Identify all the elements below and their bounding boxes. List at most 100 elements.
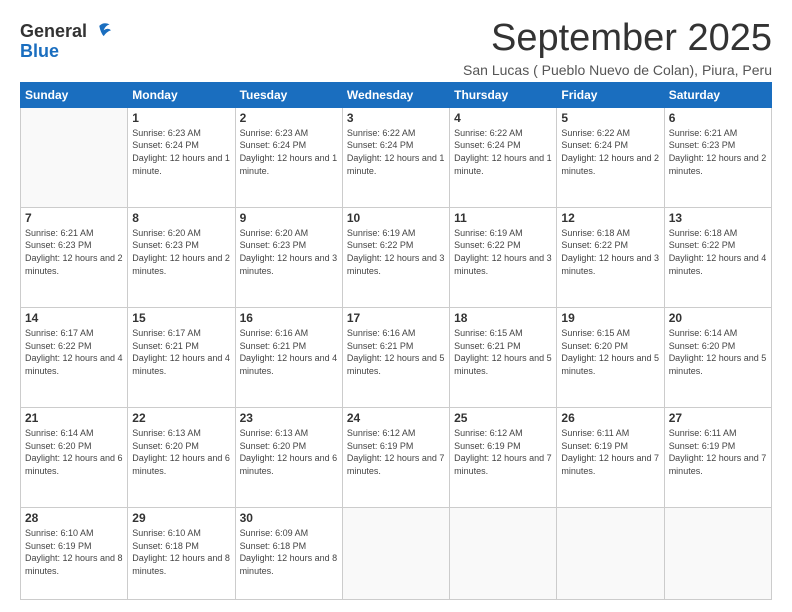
header: General Blue September 2025 San Lucas ( …: [20, 18, 772, 78]
day-number: 2: [240, 111, 338, 125]
day-number: 19: [561, 311, 659, 325]
day-number: 30: [240, 511, 338, 525]
calendar-cell: 3 Sunrise: 6:22 AM Sunset: 6:24 PM Daylig…: [342, 107, 449, 207]
day-number: 6: [669, 111, 767, 125]
calendar-header-row: SundayMondayTuesdayWednesdayThursdayFrid…: [21, 82, 772, 107]
calendar-cell: 23Sunrise: 6:13 AM Sunset: 6:20 PM Dayli…: [235, 408, 342, 508]
logo-blue: Blue: [20, 42, 111, 62]
day-number: 10: [347, 211, 445, 225]
calendar-day-header: Thursday: [450, 82, 557, 107]
day-number: 27: [669, 411, 767, 425]
calendar-cell: 5 Sunrise: 6:22 AM Sunset: 6:24 PM Daylig…: [557, 107, 664, 207]
calendar-cell: 12 Sunrise: 6:18 AM Sunset: 6:22 PM Dayli…: [557, 207, 664, 307]
day-info: Sunrise: 6:16 AM Sunset: 6:21 PM Dayligh…: [347, 327, 445, 377]
day-info: Sunrise: 6:12 AM Sunset: 6:19 PM Dayligh…: [454, 427, 552, 477]
day-number: 28: [25, 511, 123, 525]
day-info: Sunrise: 6:23 AM Sunset: 6:24 PM Dayligh…: [240, 127, 338, 177]
calendar-cell: [342, 508, 449, 600]
logo-bird-icon: [89, 20, 111, 42]
calendar-table: SundayMondayTuesdayWednesdayThursdayFrid…: [20, 82, 772, 600]
subtitle: San Lucas ( Pueblo Nuevo de Colan), Piur…: [463, 62, 772, 78]
day-number: 8: [132, 211, 230, 225]
day-number: 16: [240, 311, 338, 325]
calendar-cell: 16 Sunrise: 6:16 AM Sunset: 6:21 PM Dayli…: [235, 307, 342, 407]
calendar-day-header: Friday: [557, 82, 664, 107]
logo: General Blue: [20, 22, 111, 62]
day-info: Sunrise: 6:11 AM Sunset: 6:19 PM Dayligh…: [669, 427, 767, 477]
day-number: 7: [25, 211, 123, 225]
day-info: Sunrise: 6:19 AM Sunset: 6:22 PM Dayligh…: [454, 227, 552, 277]
calendar-cell: 13 Sunrise: 6:18 AM Sunset: 6:22 PM Dayli…: [664, 207, 771, 307]
day-number: 11: [454, 211, 552, 225]
calendar-cell: 18 Sunrise: 6:15 AM Sunset: 6:21 PM Dayli…: [450, 307, 557, 407]
calendar-cell: 29 Sunrise: 6:10 AM Sunset: 6:18 PM Dayli…: [128, 508, 235, 600]
day-number: 21: [25, 411, 123, 425]
day-info: Sunrise: 6:15 AM Sunset: 6:20 PM Dayligh…: [561, 327, 659, 377]
calendar-cell: [450, 508, 557, 600]
day-number: 18: [454, 311, 552, 325]
day-info: Sunrise: 6:10 AM Sunset: 6:18 PM Dayligh…: [132, 527, 230, 577]
day-number: 3: [347, 111, 445, 125]
day-info: Sunrise: 6:10 AM Sunset: 6:19 PM Dayligh…: [25, 527, 123, 577]
day-info: Sunrise: 6:16 AM Sunset: 6:21 PM Dayligh…: [240, 327, 338, 377]
day-info: Sunrise: 6:20 AM Sunset: 6:23 PM Dayligh…: [132, 227, 230, 277]
calendar-day-header: Monday: [128, 82, 235, 107]
day-info: Sunrise: 6:18 AM Sunset: 6:22 PM Dayligh…: [561, 227, 659, 277]
day-number: 9: [240, 211, 338, 225]
calendar-day-header: Sunday: [21, 82, 128, 107]
day-number: 14: [25, 311, 123, 325]
day-info: Sunrise: 6:22 AM Sunset: 6:24 PM Dayligh…: [454, 127, 552, 177]
logo-general: General: [20, 22, 87, 42]
calendar-cell: 2 Sunrise: 6:23 AM Sunset: 6:24 PM Daylig…: [235, 107, 342, 207]
calendar-cell: [21, 107, 128, 207]
day-info: Sunrise: 6:14 AM Sunset: 6:20 PM Dayligh…: [669, 327, 767, 377]
calendar-cell: 4 Sunrise: 6:22 AM Sunset: 6:24 PM Daylig…: [450, 107, 557, 207]
calendar-cell: 25 Sunrise: 6:12 AM Sunset: 6:19 PM Dayli…: [450, 408, 557, 508]
calendar-cell: [664, 508, 771, 600]
calendar-cell: 19 Sunrise: 6:15 AM Sunset: 6:20 PM Dayli…: [557, 307, 664, 407]
day-info: Sunrise: 6:22 AM Sunset: 6:24 PM Dayligh…: [347, 127, 445, 177]
calendar-cell: 24 Sunrise: 6:12 AM Sunset: 6:19 PM Dayli…: [342, 408, 449, 508]
day-info: Sunrise: 6:15 AM Sunset: 6:21 PM Dayligh…: [454, 327, 552, 377]
day-info: Sunrise: 6:13 AM Sunset: 6:20 PM Dayligh…: [240, 427, 338, 477]
calendar-cell: 26Sunrise: 6:11 AM Sunset: 6:19 PM Dayli…: [557, 408, 664, 508]
calendar-cell: [557, 508, 664, 600]
title-block: September 2025 San Lucas ( Pueblo Nuevo …: [463, 18, 772, 78]
day-info: Sunrise: 6:18 AM Sunset: 6:22 PM Dayligh…: [669, 227, 767, 277]
calendar-cell: 7Sunrise: 6:21 AM Sunset: 6:23 PM Daylig…: [21, 207, 128, 307]
day-number: 25: [454, 411, 552, 425]
day-info: Sunrise: 6:20 AM Sunset: 6:23 PM Dayligh…: [240, 227, 338, 277]
day-info: Sunrise: 6:14 AM Sunset: 6:20 PM Dayligh…: [25, 427, 123, 477]
day-info: Sunrise: 6:09 AM Sunset: 6:18 PM Dayligh…: [240, 527, 338, 577]
calendar-cell: 10Sunrise: 6:19 AM Sunset: 6:22 PM Dayli…: [342, 207, 449, 307]
day-number: 12: [561, 211, 659, 225]
calendar-cell: 9 Sunrise: 6:20 AM Sunset: 6:23 PM Daylig…: [235, 207, 342, 307]
calendar-cell: 17 Sunrise: 6:16 AM Sunset: 6:21 PM Dayli…: [342, 307, 449, 407]
calendar-cell: 1 Sunrise: 6:23 AM Sunset: 6:24 PM Daylig…: [128, 107, 235, 207]
day-number: 1: [132, 111, 230, 125]
day-info: Sunrise: 6:23 AM Sunset: 6:24 PM Dayligh…: [132, 127, 230, 177]
calendar-cell: 28 Sunrise: 6:10 AM Sunset: 6:19 PM Dayli…: [21, 508, 128, 600]
page: General Blue September 2025 San Lucas ( …: [0, 0, 792, 612]
calendar-cell: 11 Sunrise: 6:19 AM Sunset: 6:22 PM Dayli…: [450, 207, 557, 307]
calendar-day-header: Wednesday: [342, 82, 449, 107]
day-number: 24: [347, 411, 445, 425]
calendar-day-header: Tuesday: [235, 82, 342, 107]
day-info: Sunrise: 6:22 AM Sunset: 6:24 PM Dayligh…: [561, 127, 659, 177]
calendar-cell: 15Sunrise: 6:17 AM Sunset: 6:21 PM Dayli…: [128, 307, 235, 407]
calendar-day-header: Saturday: [664, 82, 771, 107]
day-number: 13: [669, 211, 767, 225]
calendar-cell: 27 Sunrise: 6:11 AM Sunset: 6:19 PM Dayli…: [664, 408, 771, 508]
day-info: Sunrise: 6:11 AM Sunset: 6:19 PM Dayligh…: [561, 427, 659, 477]
calendar-cell: 8 Sunrise: 6:20 AM Sunset: 6:23 PM Daylig…: [128, 207, 235, 307]
day-number: 4: [454, 111, 552, 125]
day-info: Sunrise: 6:21 AM Sunset: 6:23 PM Dayligh…: [669, 127, 767, 177]
day-number: 22: [132, 411, 230, 425]
day-number: 20: [669, 311, 767, 325]
day-number: 17: [347, 311, 445, 325]
day-number: 29: [132, 511, 230, 525]
day-number: 5: [561, 111, 659, 125]
calendar-cell: 30 Sunrise: 6:09 AM Sunset: 6:18 PM Dayli…: [235, 508, 342, 600]
day-info: Sunrise: 6:17 AM Sunset: 6:21 PM Dayligh…: [132, 327, 230, 377]
day-info: Sunrise: 6:12 AM Sunset: 6:19 PM Dayligh…: [347, 427, 445, 477]
